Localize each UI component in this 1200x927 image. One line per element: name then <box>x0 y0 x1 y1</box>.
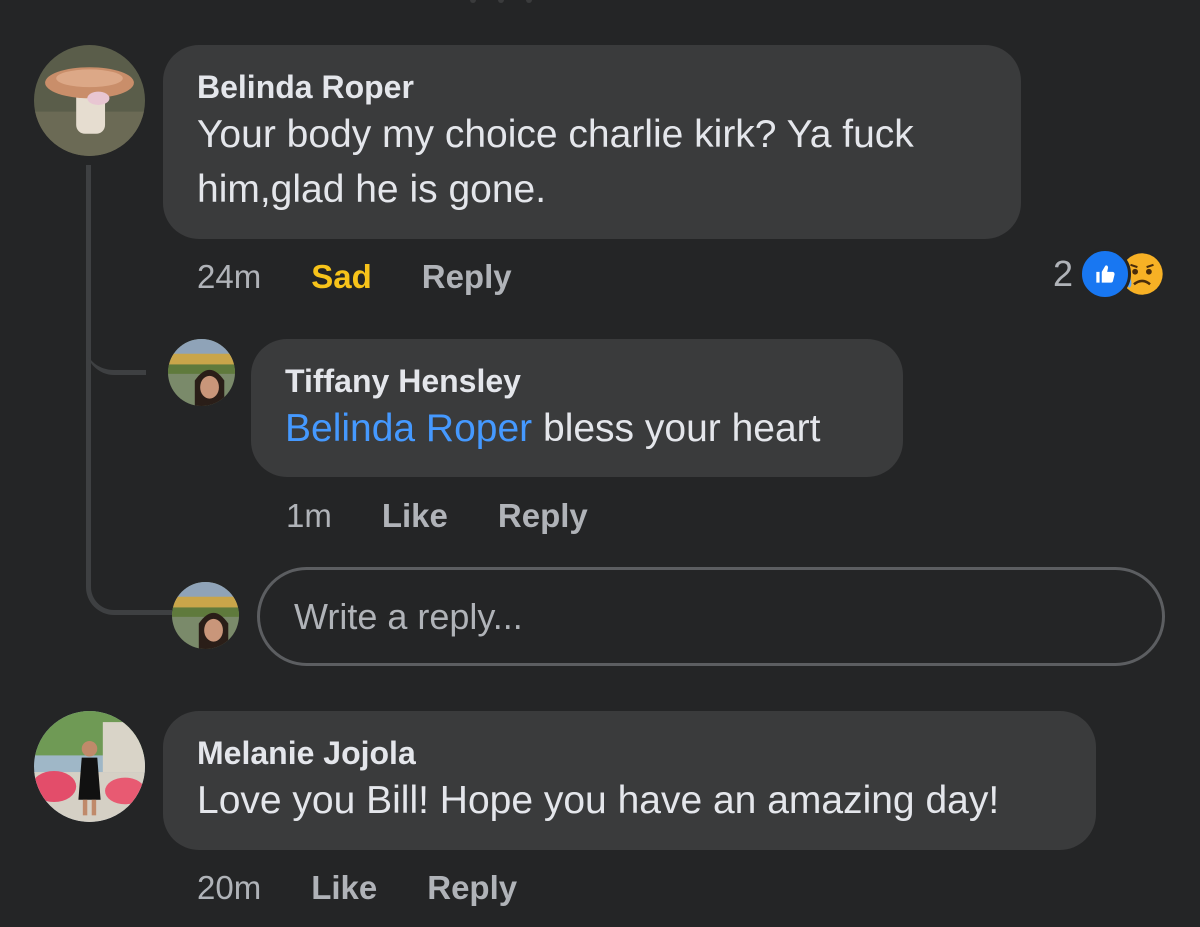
thread-connector-line <box>86 165 172 615</box>
comment-author[interactable]: Belinda Roper <box>197 67 987 107</box>
like-button[interactable]: Like <box>382 497 448 535</box>
reply-button[interactable]: Reply <box>427 869 517 907</box>
write-reply-input[interactable]: Write a reply... <box>257 567 1165 666</box>
comment-text: Your body my choice charlie kirk? Ya fuc… <box>197 113 914 211</box>
reply-author[interactable]: Tiffany Hensley <box>285 361 869 401</box>
current-user-avatar <box>172 582 239 649</box>
avatar-tiffany-hensley[interactable] <box>168 339 235 406</box>
reply-message: bless your heart <box>543 407 821 450</box>
comment-author[interactable]: Melanie Jojola <box>197 733 1062 773</box>
comment-text: Love you Bill! Hope you have an amazing … <box>197 779 1000 822</box>
avatar-melanie-jojola[interactable] <box>34 711 145 822</box>
like-button[interactable]: Like <box>311 869 377 907</box>
like-icon <box>1079 248 1132 300</box>
comment-bubble: Belinda Roper Your body my choice charli… <box>163 45 1021 239</box>
comment-timestamp[interactable]: 20m <box>197 869 261 907</box>
reaction-summary[interactable]: 2 <box>1053 248 1165 300</box>
reply-timestamp[interactable]: 1m <box>286 497 332 535</box>
avatar-belinda-roper[interactable] <box>34 45 145 156</box>
comment-actions: 24m Sad Reply <box>197 255 562 299</box>
reaction-button[interactable]: Sad <box>311 258 372 296</box>
top-scroll-indicator <box>470 0 532 6</box>
comment-timestamp[interactable]: 24m <box>197 258 261 296</box>
reply-button[interactable]: Reply <box>422 258 512 296</box>
reply-bubble: Tiffany Hensley Belinda Roper bless your… <box>251 339 903 477</box>
mention-link[interactable]: Belinda Roper <box>285 407 532 450</box>
reply-actions: 1m Like Reply <box>286 494 638 538</box>
reaction-count: 2 <box>1053 253 1074 294</box>
comment-bubble: Melanie Jojola Love you Bill! Hope you h… <box>163 711 1096 850</box>
reply-placeholder: Write a reply... <box>294 595 523 637</box>
comment-actions: 20m Like Reply <box>197 866 567 910</box>
reply-text: Belinda Roper bless your heart <box>285 401 869 456</box>
reply-button[interactable]: Reply <box>498 497 588 535</box>
thread-branch-line <box>86 330 146 375</box>
